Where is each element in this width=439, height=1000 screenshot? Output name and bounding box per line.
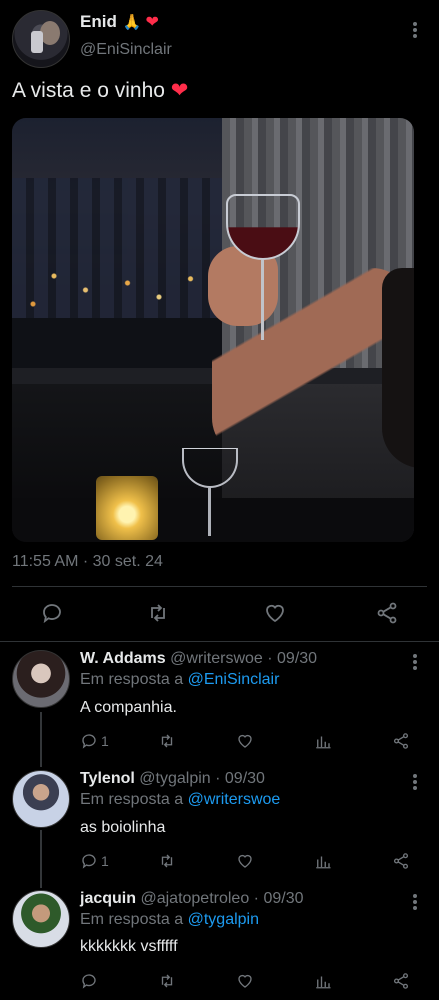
- reply-to-line: Em resposta a @EniSinclair: [80, 671, 279, 689]
- photo-hair: [382, 268, 414, 468]
- reply-icon[interactable]: [40, 601, 66, 627]
- photo-city-view: [12, 118, 222, 368]
- reply-handle-date: @tygalpin · 09/30: [139, 770, 265, 787]
- reply-tweet[interactable]: Tylenol @tygalpin · 09/30 Em resposta a …: [0, 770, 439, 888]
- avatar-face: [40, 21, 60, 45]
- avatar[interactable]: [12, 650, 70, 708]
- heart-icon[interactable]: [236, 731, 254, 751]
- reply-author-name[interactable]: W. Addams: [80, 650, 166, 667]
- more-icon[interactable]: [410, 654, 420, 672]
- author-name[interactable]: Enid 🙏 ❤: [80, 12, 159, 32]
- heart-icon[interactable]: [236, 851, 254, 871]
- reply-to-link[interactable]: @EniSinclair: [188, 671, 280, 688]
- tweet-text: A vista e o vinho ❤: [12, 78, 188, 103]
- reply-actions: 1: [80, 731, 420, 753]
- reply-handle-date: @writerswoe · 09/30: [170, 650, 318, 667]
- heart-emoji: ❤: [170, 79, 189, 102]
- reply-count: 1: [101, 733, 109, 749]
- avatar[interactable]: [12, 10, 70, 68]
- reply-prefix: Em resposta a: [80, 791, 184, 808]
- reply-actions: 1: [80, 851, 420, 873]
- more-icon[interactable]: [410, 894, 420, 912]
- more-icon[interactable]: [410, 22, 420, 40]
- reply-icon: [82, 734, 96, 749]
- author-handle[interactable]: @EniSinclair: [80, 41, 172, 59]
- photo-candle: [96, 476, 158, 540]
- views-icon[interactable]: [314, 731, 332, 751]
- reply-actions: [80, 971, 420, 993]
- reply-to-link[interactable]: @writerswoe: [188, 791, 281, 808]
- reply-text: A companhia.: [80, 699, 177, 716]
- reply-icon: [82, 854, 96, 869]
- tweet-header: Enid 🙏 ❤ @EniSinclair: [12, 8, 427, 68]
- divider: [0, 641, 439, 642]
- retweet-icon[interactable]: [146, 601, 172, 627]
- reply-tweet[interactable]: jacquin @ajatopetroleo · 09/30 Em respos…: [0, 890, 439, 1000]
- reply-header: W. Addams @writerswoe · 09/30: [80, 650, 317, 668]
- reply-button[interactable]: 1: [80, 731, 109, 751]
- avatar[interactable]: [12, 770, 70, 828]
- avatar-phone: [31, 31, 43, 53]
- tweet-text-body: A vista e o vinho: [12, 79, 165, 102]
- tweet-actions: [0, 601, 439, 631]
- reply-text: kkkkkkk vsfffff: [80, 938, 178, 955]
- reply-author-name[interactable]: jacquin: [80, 890, 136, 907]
- author-name-text: Enid: [80, 12, 117, 31]
- retweet-icon[interactable]: [158, 851, 176, 871]
- photo-table: [12, 498, 414, 542]
- divider: [12, 586, 427, 587]
- reply-tweet[interactable]: W. Addams @writerswoe · 09/30 Em respost…: [0, 650, 439, 768]
- reply-author-name[interactable]: Tylenol: [80, 770, 135, 787]
- heart-icon[interactable]: [263, 601, 289, 627]
- photo-wine-stem: [261, 260, 264, 340]
- views-icon[interactable]: [314, 851, 332, 871]
- photo-small-glass-stem: [208, 488, 211, 536]
- reply-handle-date: @ajatopetroleo · 09/30: [140, 890, 304, 907]
- reply-prefix: Em resposta a: [80, 911, 184, 928]
- reply-to-line: Em resposta a @tygalpin: [80, 911, 259, 929]
- tweet-photo[interactable]: [12, 118, 414, 542]
- reply-button[interactable]: 1: [80, 851, 109, 871]
- more-icon[interactable]: [410, 774, 420, 792]
- share-icon[interactable]: [392, 971, 410, 991]
- tweet-timestamp[interactable]: 11:55 AM · 30 set. 24: [12, 553, 163, 571]
- heart-icon[interactable]: [236, 971, 254, 991]
- retweet-icon[interactable]: [158, 731, 176, 751]
- heart-emoji: ❤: [145, 14, 159, 31]
- reply-header: jacquin @ajatopetroleo · 09/30: [80, 890, 303, 908]
- reply-prefix: Em resposta a: [80, 671, 184, 688]
- reply-to-link[interactable]: @tygalpin: [188, 911, 259, 928]
- reply-button[interactable]: [80, 971, 101, 991]
- reply-header: Tylenol @tygalpin · 09/30: [80, 770, 265, 788]
- reply-count: 1: [101, 853, 109, 869]
- views-icon[interactable]: [314, 971, 332, 991]
- reply-icon: [82, 974, 96, 989]
- reply-to-line: Em resposta a @writerswoe: [80, 791, 280, 809]
- reply-text: as boiolinha: [80, 819, 166, 836]
- retweet-icon[interactable]: [158, 971, 176, 991]
- pray-emoji: 🙏: [122, 14, 142, 31]
- share-icon[interactable]: [392, 851, 410, 871]
- share-icon[interactable]: [392, 731, 410, 751]
- share-icon[interactable]: [375, 601, 401, 627]
- avatar[interactable]: [12, 890, 70, 948]
